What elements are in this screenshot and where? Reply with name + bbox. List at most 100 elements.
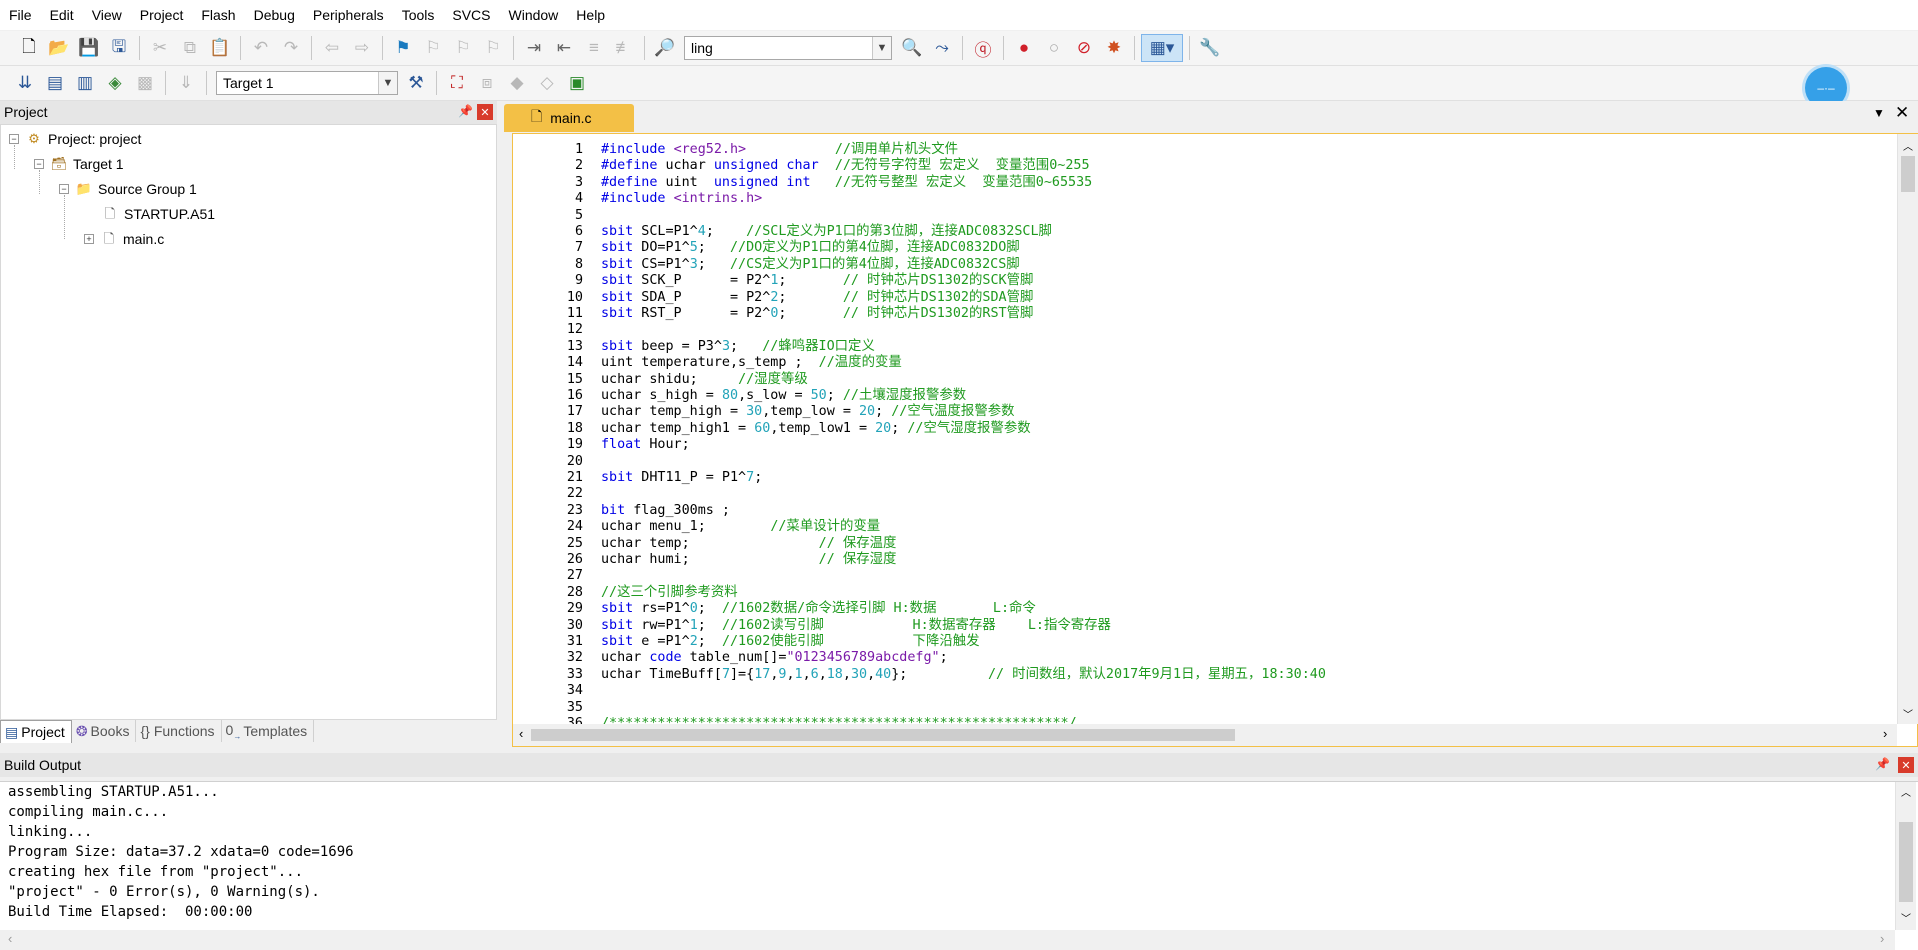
menu-window[interactable]: Window — [500, 0, 568, 30]
tree-node-main-c[interactable]: + 🗋 main.c — [84, 229, 164, 249]
tab-main-c[interactable]: 🗋 main.c — [504, 104, 634, 132]
tab-templates[interactable]: 0→ Templates — [222, 720, 315, 742]
breakpoint-disable-icon[interactable]: ⊘ — [1070, 34, 1098, 62]
bookmark-prev-icon[interactable]: ⚐ — [419, 34, 447, 62]
expand-icon[interactable]: + — [84, 234, 94, 244]
menu-svcs[interactable]: SVCS — [443, 0, 499, 30]
scroll-thumb[interactable] — [1899, 822, 1913, 902]
translate-icon[interactable]: ⇊ — [11, 69, 39, 97]
uncomment-icon[interactable]: ≢ — [610, 34, 638, 62]
menu-edit[interactable]: Edit — [41, 0, 83, 30]
menu-help[interactable]: Help — [567, 0, 614, 30]
select-software-packs-icon[interactable]: ⧈ — [473, 69, 501, 97]
tree-node-source-group[interactable]: − 📁 Source Group 1 — [59, 179, 197, 199]
scroll-left-icon[interactable]: ‹ — [519, 726, 523, 741]
tab-functions[interactable]: {} Functions — [136, 720, 222, 742]
collapse-icon[interactable]: − — [34, 159, 44, 169]
code-token: code — [649, 650, 682, 666]
target-select[interactable]: Target 1 ▼ — [216, 71, 398, 95]
scroll-thumb[interactable] — [1901, 156, 1915, 192]
menu-flash[interactable]: Flash — [192, 0, 244, 30]
breakpoint-insert-icon[interactable]: ● — [1010, 34, 1038, 62]
scroll-left-icon[interactable]: ‹ — [8, 931, 12, 946]
nav-back-icon[interactable]: ⇦ — [318, 34, 346, 62]
scroll-down-icon[interactable]: ﹀ — [1898, 706, 1918, 721]
horizontal-scrollbar[interactable]: ‹ › — [513, 724, 1897, 746]
collapse-icon[interactable]: − — [9, 134, 19, 144]
tab-books[interactable]: ❂ Books — [72, 720, 137, 742]
indent-icon[interactable]: ⇥ — [520, 34, 548, 62]
tree-node-project[interactable]: − ⚙ Project: project — [9, 129, 141, 149]
code-editor[interactable]: 1 #include <reg52.h> //调用单片机头文件 2 #define u… — [512, 133, 1918, 747]
scroll-up-icon[interactable]: ︿ — [1898, 138, 1918, 153]
menu-file[interactable]: File — [0, 0, 41, 30]
scroll-up-icon[interactable]: ︿ — [1896, 784, 1916, 799]
menu-debug[interactable]: Debug — [245, 0, 304, 30]
download-icon[interactable]: ⇓ — [172, 69, 200, 97]
tab-list-dropdown-icon[interactable]: ▼ — [1873, 106, 1885, 120]
rebuild-icon[interactable]: ▥ — [71, 69, 99, 97]
batch-build-icon[interactable]: ◈ — [101, 69, 129, 97]
close-icon[interactable]: ✕ — [1895, 103, 1909, 123]
code-line: 22 — [517, 485, 601, 502]
chevron-down-icon[interactable]: ▼ — [378, 72, 397, 94]
pin-icon[interactable]: 📌 — [1875, 757, 1890, 771]
vertical-scrollbar[interactable]: ︿ ﹀ — [1895, 782, 1916, 930]
nav-forward-icon[interactable]: ⇨ — [348, 34, 376, 62]
unindent-icon[interactable]: ⇤ — [550, 34, 578, 62]
save-all-icon[interactable]: 🖫 — [105, 34, 133, 62]
window-layout-icon[interactable]: ▦▾ — [1141, 34, 1183, 62]
comment-icon[interactable]: ≡ — [580, 34, 608, 62]
collapse-icon[interactable]: − — [59, 184, 69, 194]
bookmark-next-icon[interactable]: ⚐ — [449, 34, 477, 62]
breakpoint-kill-icon[interactable]: ✸ — [1100, 34, 1128, 62]
menu-project[interactable]: Project — [131, 0, 193, 30]
find-in-files-icon[interactable]: 🔎 — [651, 34, 679, 62]
menu-view[interactable]: View — [83, 0, 131, 30]
code-token: //调用单片机头文件 — [834, 142, 959, 157]
project-panel-title: Project — [4, 104, 48, 120]
target-options-icon[interactable]: ⚒ — [402, 69, 430, 97]
redo-icon[interactable]: ↷ — [277, 34, 305, 62]
undo-icon[interactable]: ↶ — [247, 34, 275, 62]
scroll-right-icon[interactable]: › — [1880, 931, 1884, 946]
bookmark-clear-icon[interactable]: ⚐ — [479, 34, 507, 62]
bookmark-icon[interactable]: ⚑ — [389, 34, 417, 62]
build-icon[interactable]: ▤ — [41, 69, 69, 97]
breakpoint-enable-icon[interactable]: ○ — [1040, 34, 1068, 62]
tree-node-startup[interactable]: 🗋 STARTUP.A51 — [101, 204, 215, 224]
paste-icon[interactable]: 📋 — [206, 34, 234, 62]
manage-components-icon[interactable]: ⛶ — [443, 69, 471, 97]
vertical-scrollbar[interactable]: ︿ ﹀ — [1897, 134, 1918, 724]
tab-project[interactable]: ▤ Project — [0, 720, 72, 743]
scroll-thumb[interactable] — [531, 729, 1235, 741]
code-area[interactable]: 1 #include <reg52.h> //调用单片机头文件 2 #define u… — [517, 134, 1895, 724]
copy-icon[interactable]: ⧉ — [176, 34, 204, 62]
stop-build-icon[interactable]: ▩ — [131, 69, 159, 97]
find-combo[interactable]: ling ▼ — [684, 36, 892, 60]
build-output-panel[interactable]: assembling STARTUP.A51... compiling main.… — [0, 781, 1918, 950]
chevron-down-icon[interactable]: ▼ — [872, 37, 891, 59]
menu-peripherals[interactable]: Peripherals — [304, 0, 393, 30]
horizontal-scrollbar[interactable]: ‹ › — [0, 930, 1895, 950]
incremental-find-icon[interactable]: ⤳ — [928, 34, 956, 62]
close-icon[interactable]: ✕ — [1898, 757, 1914, 773]
find-icon[interactable]: 🔍 — [898, 34, 926, 62]
configure-icon[interactable]: 🔧 — [1196, 34, 1224, 62]
manage-run-time-icon[interactable]: ◇ — [533, 69, 561, 97]
line-number: 14 — [566, 355, 583, 371]
debug-start-icon[interactable]: ⓠ — [969, 34, 997, 62]
menu-tools[interactable]: Tools — [393, 0, 444, 30]
select-device-icon[interactable]: ▣ — [563, 69, 591, 97]
pack-installer-icon[interactable]: ◆ — [503, 69, 531, 97]
scroll-down-icon[interactable]: ﹀ — [1896, 910, 1916, 925]
open-file-icon[interactable]: 📂 — [45, 34, 73, 62]
pin-icon[interactable]: 📌 — [458, 104, 473, 118]
close-icon[interactable]: ✕ — [477, 104, 493, 120]
cut-icon[interactable]: ✂ — [146, 34, 174, 62]
code-token: sbit — [601, 617, 634, 633]
scroll-right-icon[interactable]: › — [1883, 726, 1887, 741]
tree-node-target[interactable]: − 🗃 Target 1 — [34, 154, 124, 174]
new-file-icon[interactable]: 🗋 — [15, 34, 43, 62]
save-icon[interactable]: 💾 — [75, 34, 103, 62]
